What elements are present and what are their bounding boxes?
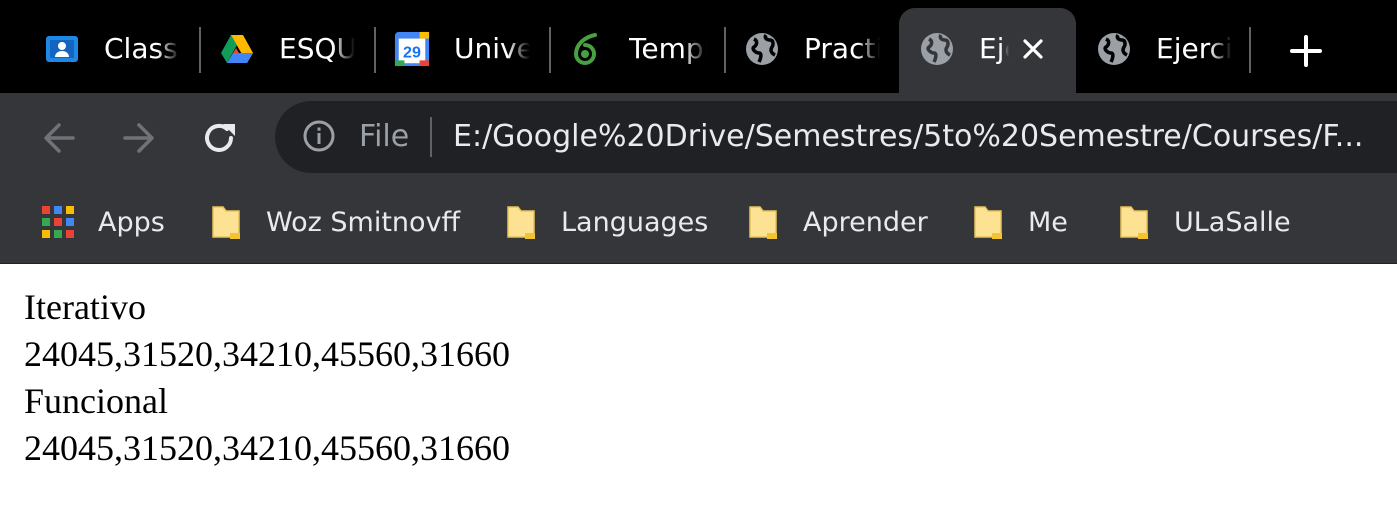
bookmark-apps[interactable]: Apps [40, 197, 165, 247]
overleaf-icon [569, 31, 605, 67]
bookmark-ulasalle[interactable]: ULaSalle [1116, 197, 1291, 247]
bookmark-me[interactable]: Me [970, 197, 1068, 247]
tab-esquema[interactable]: ESQUEMA [175, 8, 375, 93]
result-funcional: 24045,31520,34210,45560,31660 [24, 428, 510, 468]
url-text[interactable]: E:/Google%20Drive/Semestres/5to%20Semest… [453, 115, 1363, 159]
bookmark-label: Me [1028, 206, 1068, 238]
bookmark-label: Languages [561, 206, 709, 238]
google-classroom-icon [44, 31, 80, 67]
bookmark-languages[interactable]: Languages [503, 197, 708, 247]
globe-icon [919, 31, 955, 67]
browser-toolbar: File E:/Google%20Drive/Semestres/5to%20S… [0, 93, 1397, 183]
arrow-right-icon [123, 123, 154, 153]
google-drive-icon [219, 31, 255, 67]
reload-icon [205, 123, 235, 152]
globe-icon [744, 31, 780, 67]
result-iterativo: 24045,31520,34210,45560,31660 [24, 334, 510, 374]
bookmark-aprender[interactable]: Aprender [745, 197, 928, 247]
folder-icon [745, 204, 781, 240]
tab-ejercicio[interactable]: Ejercicio [1052, 8, 1252, 93]
heading-iterativo: Iterativo [24, 287, 146, 327]
tab-title: Practica [804, 32, 880, 65]
omnibox-divider [430, 117, 432, 157]
tab-title: Classwork [104, 32, 180, 65]
tab-title: Ejercicio [1156, 32, 1232, 65]
tab-classwork[interactable]: Classwork [0, 8, 200, 93]
bookmark-woz-smitnovff[interactable]: Woz Smitnovff [208, 197, 460, 247]
folder-icon [208, 204, 244, 240]
bookmarks-bar: Apps Woz Smitnovff Languages Aprender Me… [0, 183, 1397, 264]
tab-universidad[interactable]: 29 Universidad [350, 8, 550, 93]
tab-title: Template [629, 32, 707, 65]
bookmark-label: Apps [98, 206, 165, 238]
heading-funcional: Funcional [24, 381, 168, 421]
folder-icon [503, 204, 539, 240]
folder-icon [970, 204, 1006, 240]
arrow-left-icon [44, 123, 75, 153]
tab-title: ESQUEMA [279, 32, 355, 65]
tab-title: Ejercicio [979, 32, 1009, 65]
page-content: Iterativo 24045,31520,34210,45560,31660 … [0, 264, 1397, 522]
tab-title: Universidad [454, 32, 530, 65]
tab-separator [1249, 27, 1251, 73]
globe-icon [1096, 31, 1132, 67]
address-bar[interactable]: File E:/Google%20Drive/Semestres/5to%20S… [275, 101, 1397, 173]
back-button[interactable] [34, 113, 84, 163]
info-icon[interactable] [302, 119, 336, 153]
calendar-day-text: 29 [403, 44, 421, 62]
tab-template[interactable]: Template [525, 8, 725, 93]
scheme-label: File [359, 119, 410, 154]
apps-grid-icon [40, 204, 76, 240]
bookmark-label: Woz Smitnovff [266, 206, 461, 238]
folder-icon [1116, 204, 1152, 240]
bookmark-label: ULaSalle [1174, 206, 1291, 238]
new-tab-button[interactable] [1283, 28, 1329, 74]
bookmark-label: Aprender [803, 206, 928, 238]
tab-ejercicio-active[interactable]: Ejercicio [899, 8, 1076, 93]
forward-button[interactable] [114, 113, 164, 163]
plus-icon [1290, 35, 1322, 67]
reload-button[interactable] [194, 113, 244, 163]
google-calendar-icon: 29 [394, 31, 430, 67]
tab-practica[interactable]: Practica [700, 8, 900, 93]
tab-strip: Classwork ESQUEMA 29 Universidad Templat… [0, 0, 1397, 93]
close-tab-icon[interactable] [1016, 32, 1050, 66]
